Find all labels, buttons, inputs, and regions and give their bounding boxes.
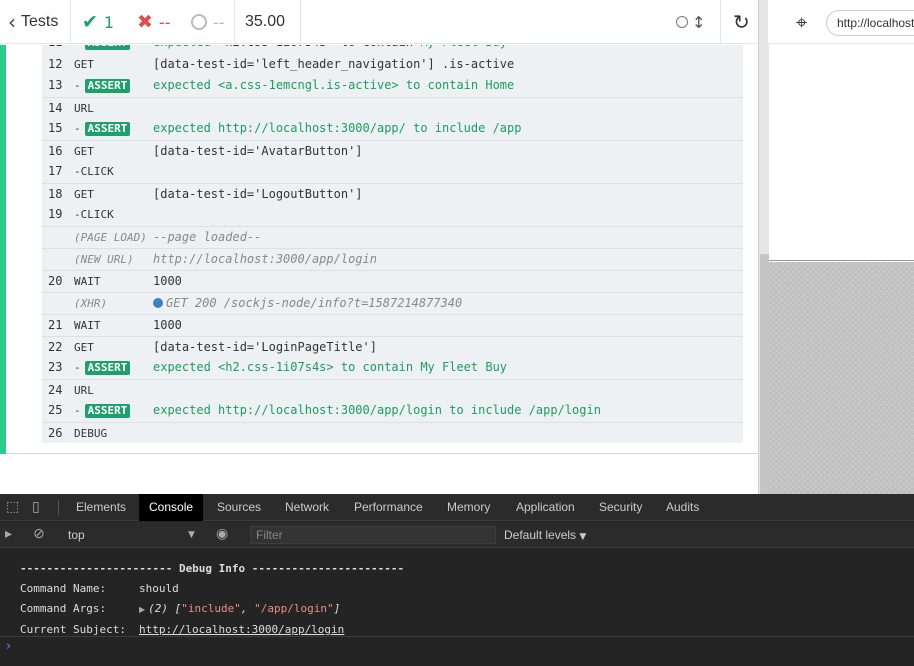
tab-application[interactable]: Application [506,494,585,521]
tab-elements[interactable]: Elements [66,494,136,521]
command-row[interactable]: 18 GET [data-test-id='LogoutButton'] [42,183,743,204]
tab-security[interactable]: Security [589,494,652,521]
runner-header: ‹ Tests ✔ 1 ✖ -- -- 35.00 ↕ ↻ [0,0,768,44]
command-row[interactable]: 23 - ASSERT expected <h2.css-1i07s4s> to … [42,357,743,378]
tab-performance[interactable]: Performance [344,494,433,521]
command-log-panel: 11 -ASSERT expected <h2.css-1i07s4s> to … [0,45,758,454]
console-prompt-icon[interactable]: › [6,639,11,654]
dropdown-arrow-icon: ▼ [579,532,587,542]
command-row[interactable]: 22 GET [data-test-id='LoginPageTitle'] [42,336,743,357]
scrollbar-thumb[interactable] [760,254,769,494]
passed-count[interactable]: ✔ 1 [82,0,114,44]
assert-badge: ASSERT [84,404,131,418]
devtools-tab-bar: ⬚ ▯ Elements Console Sources Network Per… [0,494,914,521]
command-log: 11 -ASSERT expected <h2.css-1i07s4s> to … [42,45,743,443]
failed-count-value: -- [158,12,171,32]
console-toolbar: ▸ ⊘ top ▼ ◉ Default levels ▼ [0,522,914,548]
command-row[interactable]: 14 URL [42,97,743,118]
tab-network[interactable]: Network [275,494,339,521]
chevron-left-icon: ‹ [8,10,16,34]
eye-icon[interactable]: ◉ [216,526,228,542]
url-input[interactable] [826,10,914,36]
tab-console[interactable]: Console [139,494,204,521]
command-row[interactable]: 21 WAIT 1000 [42,314,743,335]
check-icon: ✔ [82,11,98,33]
command-row[interactable]: 15 - ASSERT expected http://localhost:300… [42,118,743,139]
command-row[interactable]: 24 URL [42,379,743,400]
passed-count-value: 1 [103,12,115,32]
console-line: Current Subject: http://localhost:3000/ap… [20,623,345,636]
circle-icon [191,14,207,30]
rerun-tests-button[interactable]: ↻ [733,0,750,44]
circle-icon [676,16,688,28]
console-output: ----------------------- Debug Info -----… [0,549,914,666]
current-subject-link[interactable]: http://localhost:3000/app/login [139,623,344,636]
context-select[interactable]: top [68,522,85,548]
command-row[interactable]: 20 WAIT 1000 [42,270,743,291]
up-down-arrow-icon: ↕ [692,12,706,32]
tab-memory[interactable]: Memory [437,494,500,521]
devtools-panel: ⬚ ▯ Elements Console Sources Network Per… [0,494,914,666]
crosshair-icon[interactable]: ⌖ [796,10,807,34]
console-line[interactable]: Command Args: ▶ (2) ["include", "/app/logi… [20,602,340,617]
tab-audits[interactable]: Audits [656,494,709,521]
app-under-test-frame[interactable] [769,45,914,261]
reload-icon: ↻ [733,10,750,34]
command-row[interactable]: 17 -CLICK [42,161,743,182]
back-to-tests-button[interactable]: ‹ Tests [0,0,70,44]
tab-sources[interactable]: Sources [207,494,271,521]
command-row[interactable]: 12 GET [data-test-id='left_header_naviga… [42,54,743,75]
event-row[interactable]: (NEW URL) http://localhost:3000/app/logi… [42,248,743,269]
event-row[interactable]: (XHR) GET 200 /sockjs-node/info?t=158721… [42,292,743,313]
clear-console-icon[interactable]: ⊘ [33,526,45,542]
inspect-element-icon[interactable]: ⬚ [6,499,19,515]
console-filter-input[interactable] [250,526,496,544]
failed-count[interactable]: ✖ -- [137,0,170,44]
debug-info-header: ----------------------- Debug Info -----… [20,562,405,575]
command-row[interactable]: 25 - ASSERT expected http://localhost:300… [42,400,743,421]
command-row[interactable]: 11 -ASSERT expected <h2.css-1i07s4s> to … [42,45,743,53]
command-row[interactable]: 16 GET [data-test-id='AvatarButton'] [42,140,743,161]
preview-empty-area [769,262,914,494]
expand-arrow-icon[interactable]: ▶ [139,605,145,614]
log-levels-select[interactable]: Default levels ▼ [504,522,586,550]
pending-count[interactable]: -- [191,0,225,44]
test-status-bar [0,45,6,454]
auto-scroll-toggle[interactable]: ↕ [676,0,705,44]
xhr-status-dot-icon [153,298,163,308]
device-toolbar-icon[interactable]: ▯ [32,499,40,515]
command-row[interactable]: 13 - ASSERT expected <a.css-1emcngl.is-ac… [42,75,743,96]
dropdown-arrow-icon[interactable]: ▼ [188,522,195,548]
scrollbar[interactable] [758,0,769,494]
app-preview-pane: ⌖ [758,0,914,494]
assert-badge: ASSERT [84,122,131,136]
preview-toolbar: ⌖ [768,0,914,44]
back-label: Tests [21,13,59,30]
command-row[interactable]: 26 DEBUG [42,422,743,443]
duration: 35.00 [245,13,286,30]
assert-badge: ASSERT [84,361,131,375]
assert-badge: ASSERT [84,79,131,93]
pending-count-value: -- [213,12,225,32]
event-row[interactable]: (PAGE LOAD) --page loaded-- [42,226,743,247]
x-icon: ✖ [137,11,153,33]
console-line: Command Name: should [20,582,179,595]
show-sidebar-icon[interactable]: ▸ [5,526,12,542]
command-row[interactable]: 19 -CLICK [42,204,743,225]
